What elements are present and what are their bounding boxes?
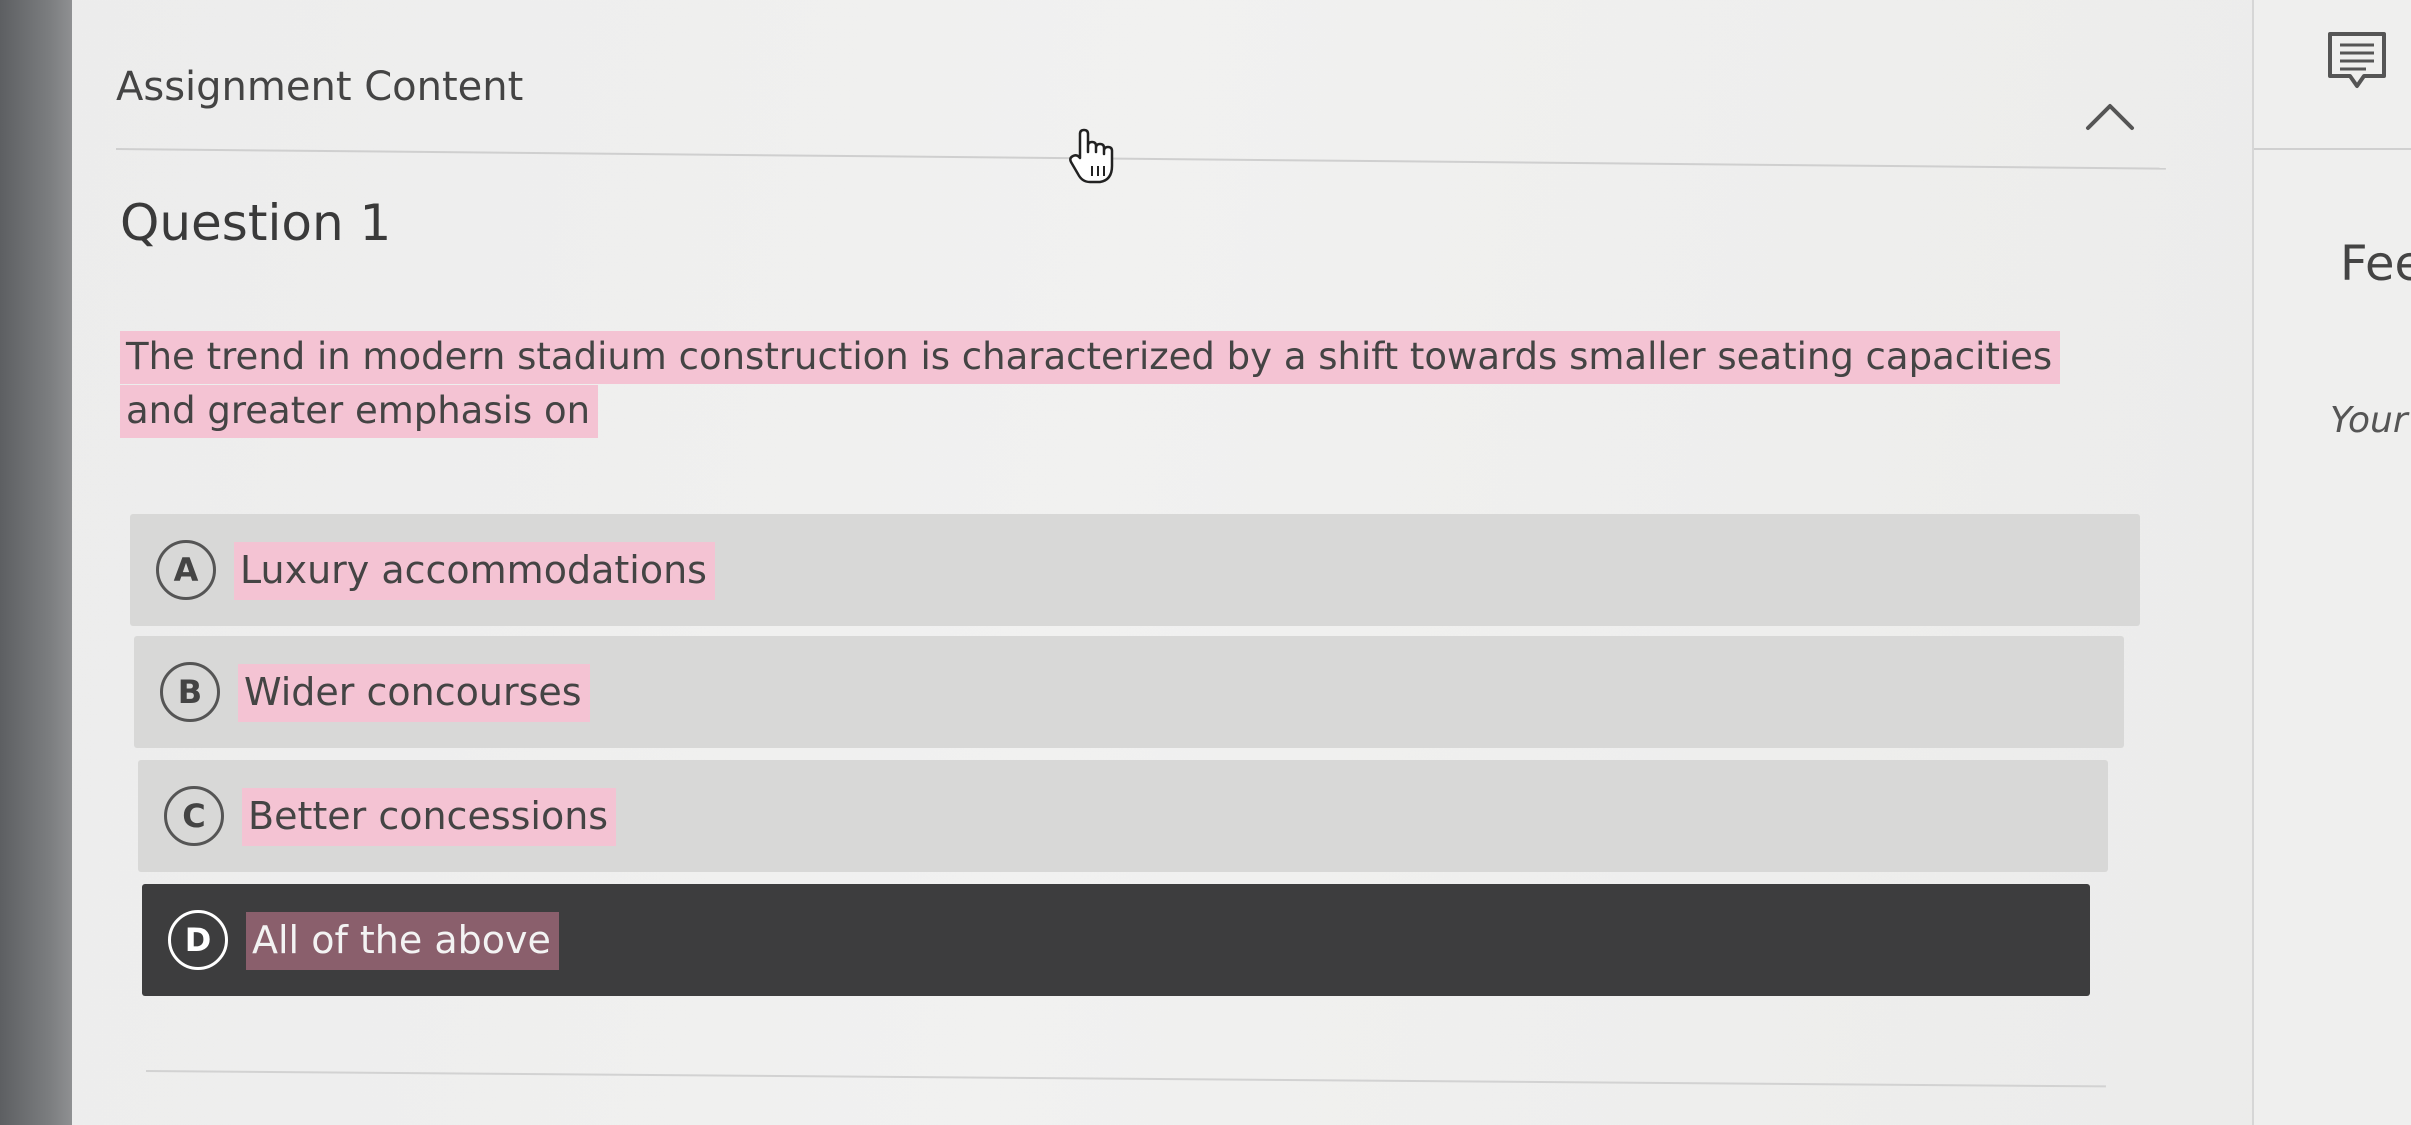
- option-text-a: Luxury accommodations: [234, 540, 715, 600]
- option-d[interactable]: D All of the above: [142, 884, 2090, 996]
- hand-pointer-icon: [1069, 128, 1114, 184]
- feedback-icon[interactable]: [2324, 28, 2390, 94]
- question-text: The trend in modern stadium construction…: [120, 330, 2110, 438]
- chevron-up-icon[interactable]: [2080, 96, 2140, 136]
- feedback-panel: Fee Your: [2252, 0, 2411, 1125]
- section-title: Assignment Content: [116, 64, 524, 110]
- option-letter-a: A: [156, 540, 216, 600]
- assignment-main: Assignment Content Question 1 The trend …: [72, 0, 2252, 1125]
- question-text-highlighted: The trend in modern stadium construction…: [120, 331, 2061, 438]
- option-label-b: Wider concourses: [238, 664, 590, 722]
- option-text-d: All of the above: [246, 910, 559, 970]
- option-label-c: Better concessions: [242, 788, 617, 846]
- option-letter-c: C: [164, 786, 224, 846]
- question-title: Question 1: [120, 194, 392, 252]
- option-c[interactable]: C Better concessions: [138, 760, 2108, 872]
- feedback-subtext: Your: [2330, 400, 2408, 441]
- screen-bezel: [0, 0, 72, 1125]
- option-b[interactable]: B Wider concourses: [134, 636, 2124, 748]
- feedback-heading: Fee: [2340, 236, 2411, 292]
- panel-divider: [2254, 148, 2411, 150]
- option-label-d: All of the above: [246, 912, 559, 970]
- option-text-c: Better concessions: [242, 786, 617, 846]
- section-divider: [115, 148, 2166, 170]
- option-label-a: Luxury accommodations: [234, 542, 715, 600]
- option-text-b: Wider concourses: [238, 662, 590, 722]
- option-letter-b: B: [160, 662, 220, 722]
- bottom-divider: [145, 1070, 2106, 1088]
- option-letter-d: D: [168, 910, 228, 970]
- option-a[interactable]: A Luxury accommodations: [130, 514, 2140, 626]
